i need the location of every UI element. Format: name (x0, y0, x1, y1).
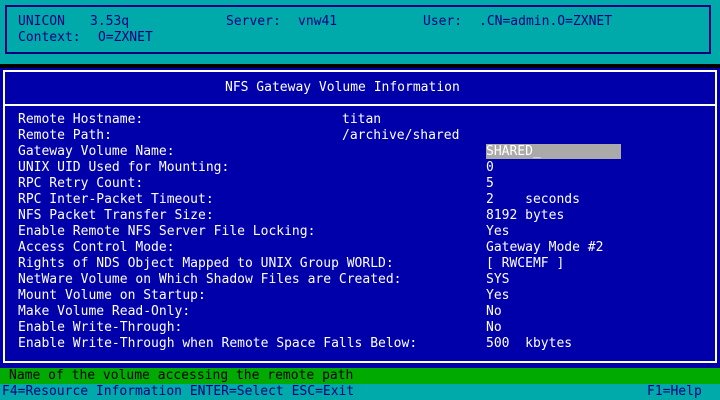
panel-title: NFS Gateway Volume Information (225, 80, 460, 95)
write-through-threshold-label: Enable Write-Through when Remote Space F… (18, 336, 418, 351)
read-only-label: Make Volume Read-Only: (18, 304, 191, 319)
read-only-value[interactable]: No (486, 304, 502, 320)
rpc-retry-count-value[interactable]: 5 (486, 176, 494, 192)
key-help-bar: F4=Resource Information ENTER=Select ESC… (0, 384, 720, 400)
app-name: UNICON (18, 14, 65, 29)
world-rights-label: Rights of NDS Object Mapped to UNIX Grou… (18, 256, 394, 271)
app-version: 3.53q (90, 14, 130, 29)
mount-on-startup-label: Mount Volume on Startup: (18, 288, 206, 303)
user-label: User: (423, 14, 463, 29)
server-label: Server: (226, 14, 281, 29)
context-label: Context: (18, 30, 81, 45)
remote-hostname-label: Remote Hostname: (18, 112, 144, 127)
shadow-volume-label: NetWare Volume on Which Shadow Files are… (18, 272, 402, 287)
nfs-packet-size-value[interactable]: 8192 bytes (486, 208, 564, 224)
write-through-label: Enable Write-Through: (18, 320, 183, 335)
file-locking-label: Enable Remote NFS Server File Locking: (18, 224, 316, 239)
user-value: .CN=admin.O=ZXNET (479, 14, 613, 29)
rpc-timeout-label: RPC Inter-Packet Timeout: (18, 192, 214, 207)
rpc-retry-count-label: RPC Retry Count: (18, 176, 144, 191)
key-help-right: F1=Help (647, 384, 702, 399)
context-value: O=ZXNET (98, 30, 153, 45)
help-text: Name of the volume accessing the remote … (9, 368, 354, 383)
access-control-mode-label: Access Control Mode: (18, 240, 175, 255)
gateway-volume-name-input[interactable]: SHARED_ (486, 144, 621, 159)
rpc-timeout-value[interactable]: 2 seconds (486, 192, 580, 208)
write-through-threshold-value[interactable]: 500 kbytes (486, 336, 572, 352)
write-through-value[interactable]: No (486, 320, 502, 336)
file-locking-value[interactable]: Yes (486, 224, 509, 240)
unix-uid-value[interactable]: 0 (486, 160, 494, 176)
help-bar: Name of the volume accessing the remote … (0, 368, 720, 384)
title-separator (3, 104, 717, 106)
shadow-volume-value[interactable]: SYS (486, 272, 509, 288)
header-bar: UNICON 3.53q Server: vnw41 User: .CN=adm… (0, 0, 720, 64)
unix-uid-label: UNIX UID Used for Mounting: (18, 160, 230, 175)
gateway-volume-name-label: Gateway Volume Name: (18, 144, 175, 159)
server-value: vnw41 (298, 14, 338, 29)
mount-on-startup-value[interactable]: Yes (486, 288, 509, 304)
remote-path-label: Remote Path: (18, 128, 112, 143)
access-control-mode-value[interactable]: Gateway Mode #2 (486, 240, 603, 256)
remote-path-value[interactable]: /archive/shared (342, 128, 459, 144)
key-help-left: F4=Resource Information ENTER=Select ESC… (2, 384, 355, 399)
nfs-packet-size-label: NFS Packet Transfer Size: (18, 208, 214, 223)
gateway-volume-name-value: SHARED_ (486, 144, 541, 159)
world-rights-value[interactable]: [ RWCEMF ] (486, 256, 564, 272)
remote-hostname-value[interactable]: titan (342, 112, 381, 128)
